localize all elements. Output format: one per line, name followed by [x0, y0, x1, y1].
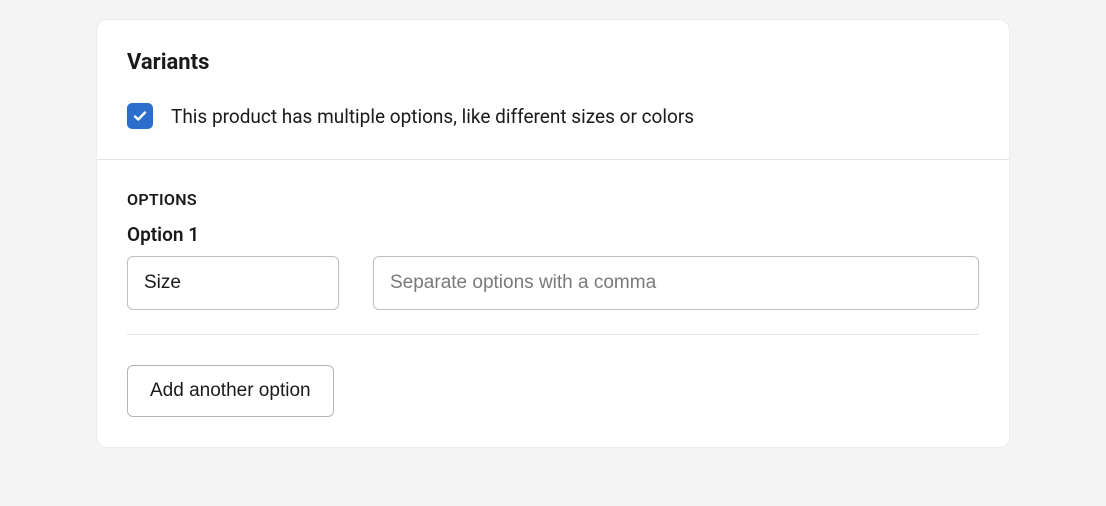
add-another-option-button[interactable]: Add another option — [127, 365, 334, 417]
multiple-options-checkbox[interactable] — [127, 103, 153, 129]
options-heading: OPTIONS — [127, 190, 979, 209]
option-1-inputs — [127, 256, 979, 310]
multiple-options-label: This product has multiple options, like … — [171, 105, 694, 128]
variants-header-section: Variants This product has multiple optio… — [97, 20, 1009, 159]
option-name-input[interactable] — [127, 256, 339, 310]
multiple-options-row: This product has multiple options, like … — [127, 103, 979, 129]
option-1-label: Option 1 — [127, 223, 979, 246]
options-section: OPTIONS Option 1 Add another option — [97, 160, 1009, 447]
options-divider — [127, 334, 979, 335]
variants-title: Variants — [127, 50, 979, 75]
check-icon — [132, 108, 148, 124]
variants-card: Variants This product has multiple optio… — [97, 20, 1009, 447]
option-values-input[interactable] — [373, 256, 979, 310]
